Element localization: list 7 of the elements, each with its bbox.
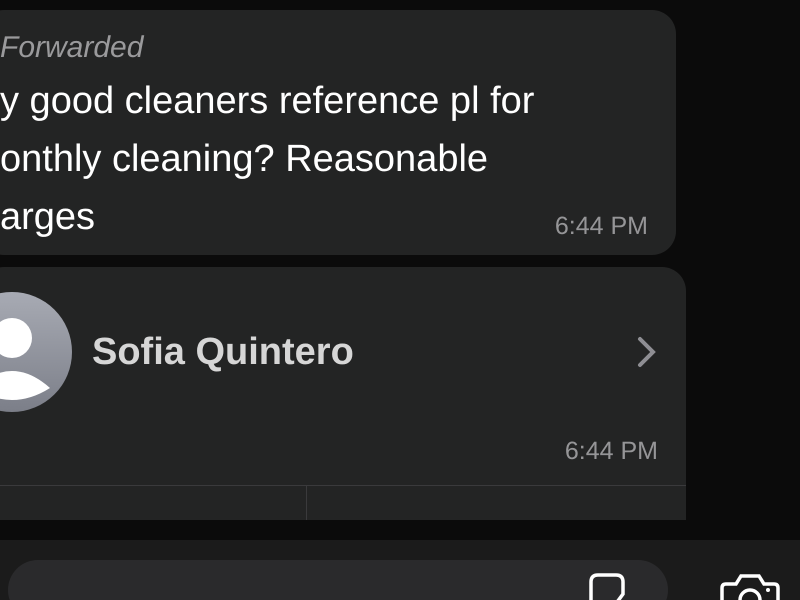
- message-time: 6:44 PM: [554, 212, 648, 241]
- message-text: y good cleaners reference pl for onthly cleaning? Reasonable arges: [0, 79, 534, 240]
- forwarded-label: Forwarded: [0, 31, 144, 65]
- contact-name[interactable]: Sofia Quintero: [92, 330, 636, 374]
- chevron-icon[interactable]: [636, 336, 658, 368]
- message-time: 6:44 PM: [564, 437, 658, 465]
- sticker-icon[interactable]: [588, 572, 626, 600]
